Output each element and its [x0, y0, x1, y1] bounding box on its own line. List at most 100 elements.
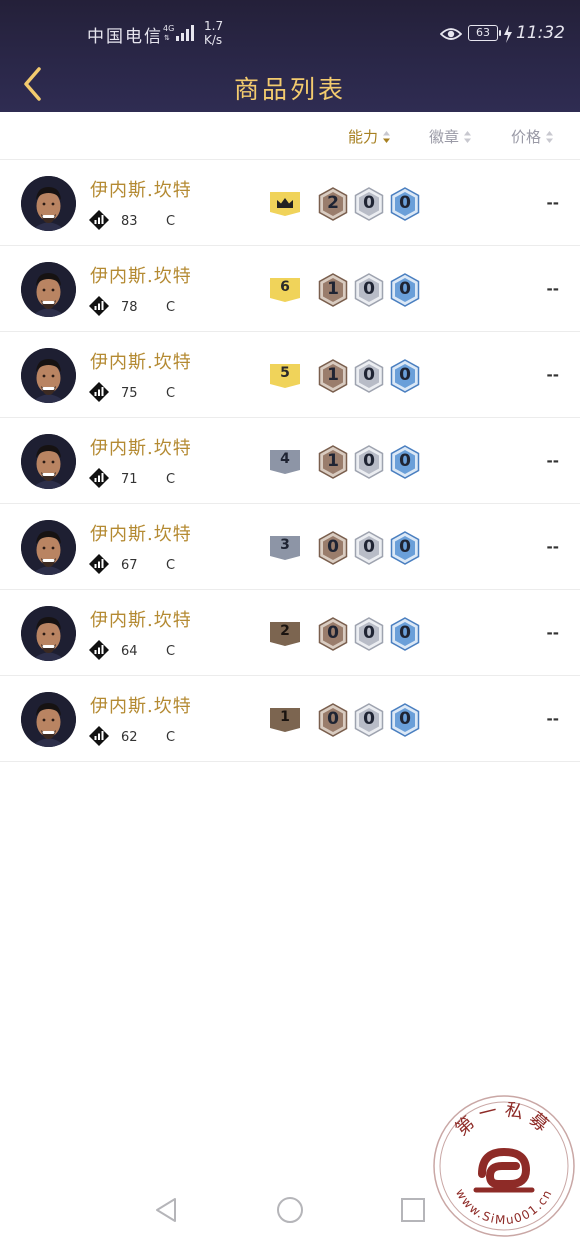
bronze-badge-count: 0: [327, 537, 339, 557]
ability-value: 67: [121, 558, 138, 573]
silver-badge-count: 0: [363, 365, 375, 385]
sort-by-badges[interactable]: 徽章: [429, 126, 472, 147]
battery-icon: 63: [468, 25, 501, 41]
nav-recent-icon[interactable]: [400, 1197, 426, 1223]
sort-by-price[interactable]: 价格: [511, 126, 554, 147]
price-value: --: [546, 452, 559, 470]
player-row[interactable]: 伊内斯.坎特 62 C 1 0 0 0 --: [0, 676, 580, 762]
price-value: --: [546, 194, 559, 212]
ability-value: 75: [121, 386, 138, 401]
blue-badge-count: 0: [399, 279, 411, 299]
page-title: 商品列表: [233, 75, 346, 104]
sort-label: 能力: [348, 128, 379, 146]
bronze-badge-count: 1: [327, 279, 339, 299]
player-position: C: [166, 214, 176, 229]
silver-badge-count: 0: [363, 193, 375, 213]
sort-label: 徽章: [429, 128, 460, 146]
player-name: 伊内斯.坎特: [90, 352, 192, 373]
clock: 11:32: [516, 23, 565, 43]
ability-icon: [89, 468, 109, 488]
blue-badge-count: 0: [399, 451, 411, 471]
player-name: 伊内斯.坎特: [90, 180, 192, 201]
bronze-badge-count: 2: [327, 193, 339, 213]
ability-icon: [89, 554, 109, 574]
player-avatar: [21, 520, 76, 575]
ability-value: 71: [121, 472, 138, 487]
player-position: C: [166, 730, 176, 745]
sort-arrows-icon: [464, 130, 472, 143]
player-position: C: [166, 644, 176, 659]
player-row[interactable]: 伊内斯.坎特 64 C 2 0 0 0 --: [0, 590, 580, 676]
player-row[interactable]: 伊内斯.坎特 78 C 6 1 0 0 --: [0, 246, 580, 332]
player-position: C: [166, 386, 176, 401]
player-row[interactable]: 伊内斯.坎特 67 C 3 0 0 0 --: [0, 504, 580, 590]
sort-by-ability[interactable]: 能力: [348, 126, 391, 147]
ability-value: 62: [121, 730, 138, 745]
rank-number: 6: [280, 279, 290, 295]
player-list: 伊内斯.坎特 83 C 2 0 0 -- 伊内斯.坎特 78 C 6 1 0 0…: [0, 160, 580, 762]
speed-unit: K/s: [204, 33, 223, 47]
blue-badge-count: 0: [399, 193, 411, 213]
charging-bolt-icon: [504, 25, 512, 43]
speed-value: 1.7: [204, 19, 224, 33]
player-name: 伊内斯.坎特: [90, 266, 192, 287]
player-row[interactable]: 伊内斯.坎特 75 C 5 1 0 0 --: [0, 332, 580, 418]
sort-arrows-icon: [546, 130, 554, 143]
blue-badge-count: 0: [399, 709, 411, 729]
ability-icon: [89, 726, 109, 746]
player-avatar: [21, 348, 76, 403]
rank-number: 3: [280, 537, 290, 553]
watermark-seal: 第一私募 www.SiMu001.cn: [433, 1095, 575, 1237]
player-row[interactable]: 伊内斯.坎特 71 C 4 1 0 0 --: [0, 418, 580, 504]
network-type: 4G: [163, 24, 174, 33]
ability-value: 64: [121, 644, 138, 659]
bronze-badge-count: 1: [327, 451, 339, 471]
blue-badge-count: 0: [399, 623, 411, 643]
price-value: --: [546, 366, 559, 384]
price-value: --: [546, 710, 559, 728]
app-header: 中国电信 4G ⇅ 1.7 K/s 63 11:32 商品列表: [0, 0, 580, 112]
bronze-badge-count: 1: [327, 365, 339, 385]
price-value: --: [546, 280, 559, 298]
player-name: 伊内斯.坎特: [90, 524, 192, 545]
ability-icon: [89, 382, 109, 402]
player-position: C: [166, 300, 176, 315]
silver-badge-count: 0: [363, 279, 375, 299]
price-value: --: [546, 538, 559, 556]
rank-number: 4: [280, 451, 290, 467]
player-row[interactable]: 伊内斯.坎特 83 C 2 0 0 --: [0, 160, 580, 246]
silver-badge-count: 0: [363, 623, 375, 643]
sort-label: 价格: [511, 128, 542, 146]
blue-badge-count: 0: [399, 365, 411, 385]
eye-icon: [440, 28, 462, 40]
ability-icon: [89, 296, 109, 316]
player-name: 伊内斯.坎特: [90, 696, 192, 717]
player-avatar: [21, 176, 76, 231]
silver-badge-count: 0: [363, 451, 375, 471]
nav-home-icon[interactable]: [276, 1196, 304, 1224]
player-name: 伊内斯.坎特: [90, 610, 192, 631]
rank-number: 2: [280, 623, 290, 639]
carrier-name: 中国电信: [87, 27, 163, 47]
sort-arrows-icon: [383, 130, 391, 143]
ability-icon: [89, 210, 109, 230]
status-bar: 中国电信 4G ⇅ 1.7 K/s 63 11:32: [0, 0, 580, 66]
blue-badge-count: 0: [399, 537, 411, 557]
rank-badge: [270, 192, 300, 216]
svg-text:⇅: ⇅: [164, 34, 170, 42]
price-value: --: [546, 624, 559, 642]
player-name: 伊内斯.坎特: [90, 438, 192, 459]
signal-icon: 4G ⇅: [163, 24, 194, 42]
player-avatar: [21, 434, 76, 489]
bronze-badge-count: 0: [327, 623, 339, 643]
rank-number: 1: [280, 709, 290, 725]
sort-bar: 能力 徽章 价格: [0, 112, 580, 160]
player-avatar: [21, 262, 76, 317]
ability-icon: [89, 640, 109, 660]
player-position: C: [166, 472, 176, 487]
player-avatar: [21, 606, 76, 661]
silver-badge-count: 0: [363, 709, 375, 729]
silver-badge-count: 0: [363, 537, 375, 557]
network-speed: 1.7 K/s: [204, 19, 223, 47]
nav-back-icon[interactable]: [154, 1196, 178, 1224]
